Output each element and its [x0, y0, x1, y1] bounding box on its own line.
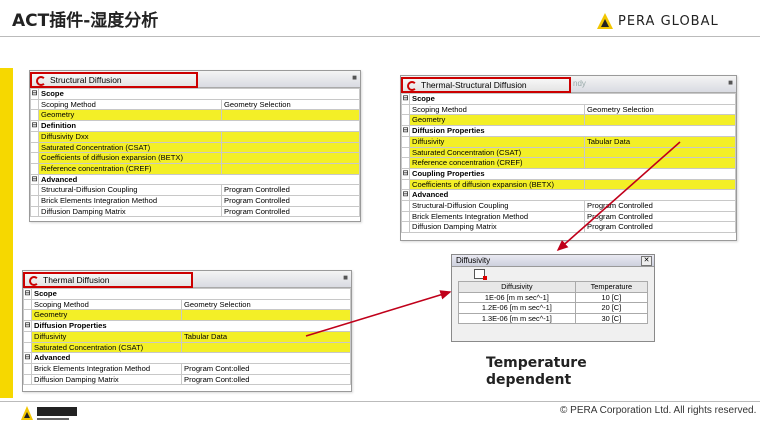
footer-logo-icon	[21, 406, 77, 420]
footer-copyright: © PERA Corporation Ltd. All rights reser…	[560, 405, 757, 416]
footer-divider	[0, 401, 760, 402]
annotation-arrows	[305, 141, 681, 337]
arrow-to-window-from-thermal	[305, 290, 452, 337]
arrow-to-window-from-thermal-structural	[556, 141, 681, 252]
